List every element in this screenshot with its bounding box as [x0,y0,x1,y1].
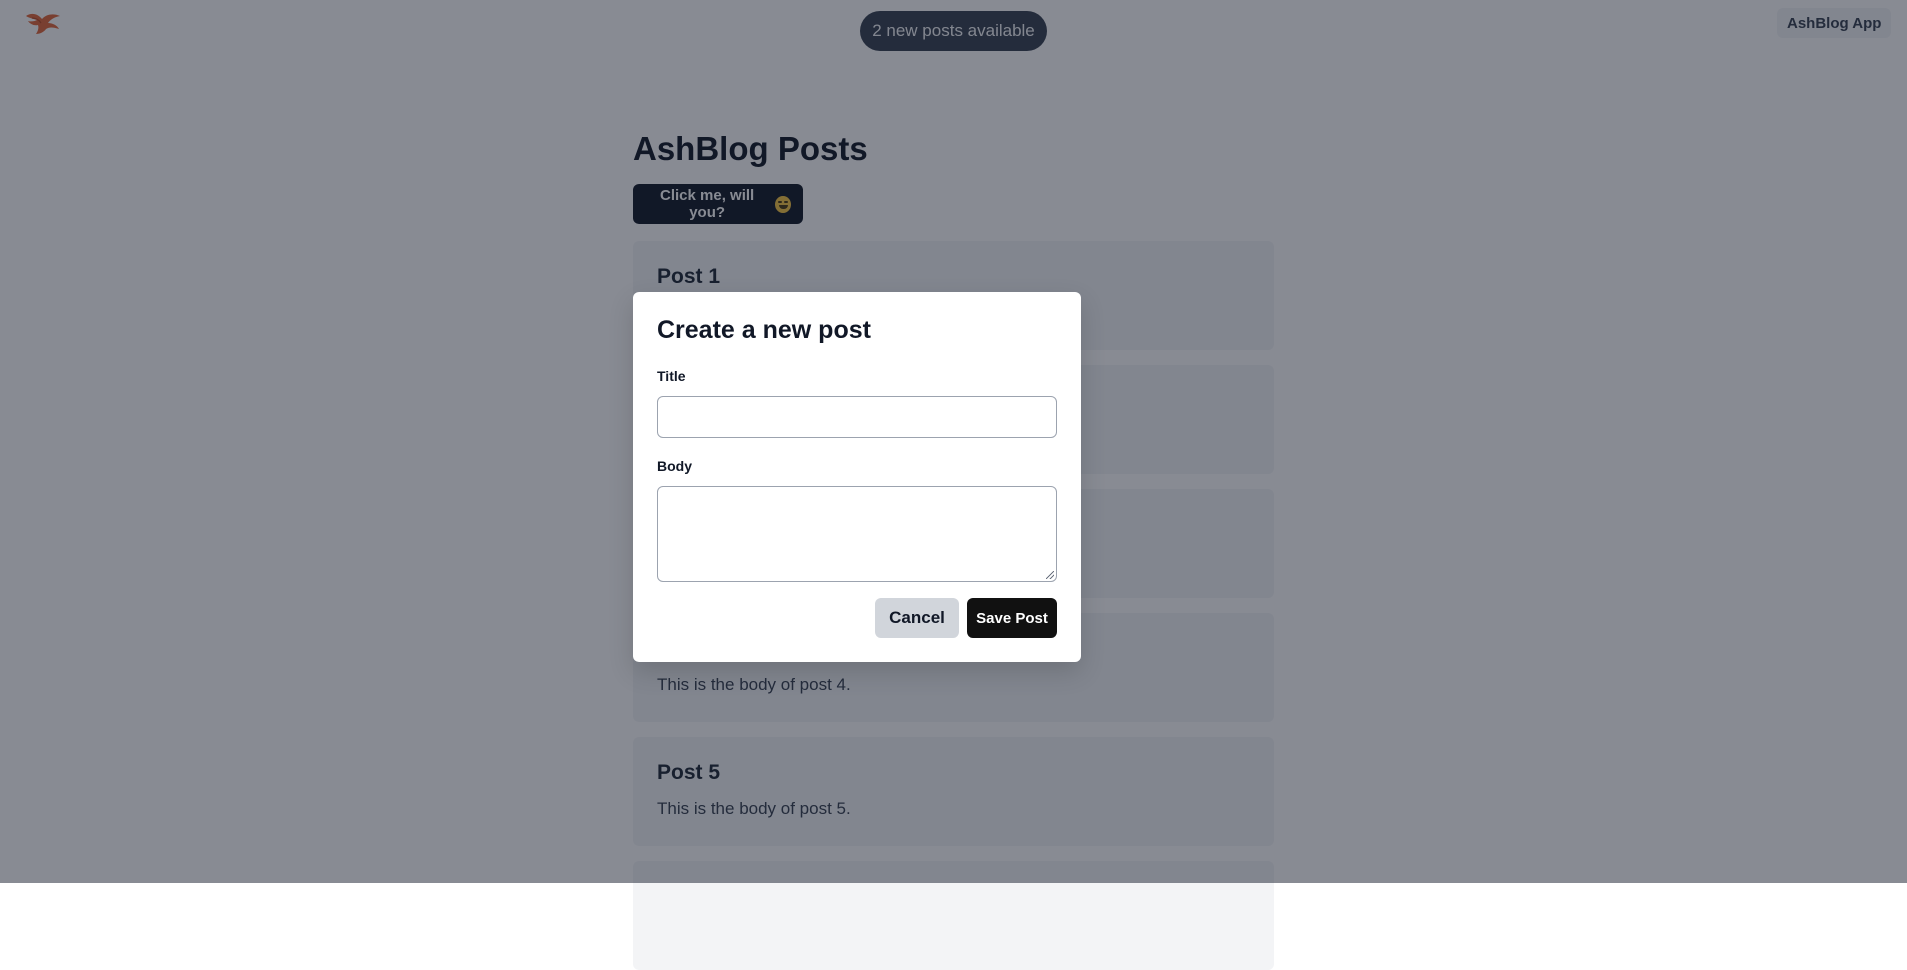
save-post-button[interactable]: Save Post [967,598,1057,638]
title-field-label: Title [657,368,686,384]
dialog-title: Create a new post [657,316,871,344]
create-post-dialog: Create a new post Title Body Cancel Save… [633,292,1081,662]
cancel-button[interactable]: Cancel [875,598,959,638]
resize-grip-icon[interactable] [1046,571,1054,579]
body-textarea[interactable] [657,486,1057,582]
body-field-label: Body [657,458,692,474]
title-input[interactable] [657,396,1057,438]
